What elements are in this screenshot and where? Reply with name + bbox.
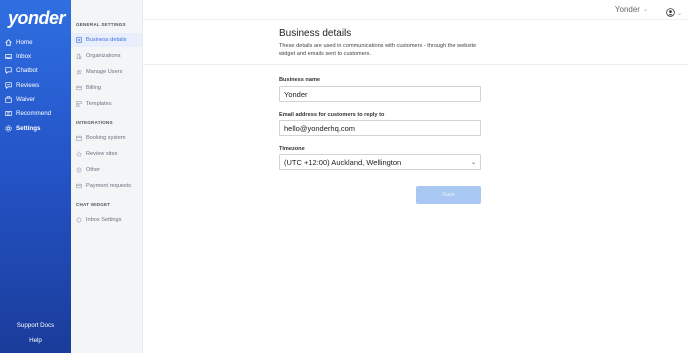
chevron-down-icon: ⌄ xyxy=(470,159,476,166)
chevron-down-icon: ⌄ xyxy=(676,10,682,17)
account-name: Yonder xyxy=(614,5,640,14)
settings-item-review-sites[interactable]: Review sites xyxy=(71,147,142,161)
nav-item-chatbot[interactable]: Chatbot xyxy=(0,63,71,77)
settings-item-label: Business details xyxy=(86,37,127,43)
nav-label: Home xyxy=(16,38,33,46)
settings-item-label: Templates xyxy=(86,101,112,107)
waiver-icon xyxy=(5,95,12,103)
timezone-value: (UTC +12:00) Auckland, Wellington xyxy=(284,157,402,167)
settings-item-organizations[interactable]: Organizations xyxy=(71,49,142,63)
settings-item-label: Other xyxy=(86,167,100,173)
nav-label: Recommend xyxy=(16,109,52,117)
email-input[interactable] xyxy=(279,120,481,136)
recommend-icon xyxy=(5,110,12,117)
settings-item-inbox-settings[interactable]: Inbox Settings xyxy=(71,213,142,227)
settings-item-booking-system[interactable]: Booking system xyxy=(71,131,142,145)
nav-item-reviews[interactable]: Reviews xyxy=(0,78,71,92)
settings-item-templates[interactable]: Templates xyxy=(71,97,142,111)
building-icon xyxy=(76,53,82,59)
support-docs-link[interactable]: Support Docs xyxy=(0,322,71,329)
save-button[interactable]: Save xyxy=(416,186,481,204)
user-avatar-icon xyxy=(666,4,675,22)
inbox-icon xyxy=(5,53,12,60)
settings-item-label: Billing xyxy=(86,85,101,91)
settings-item-other[interactable]: Other xyxy=(71,163,142,177)
plugin-icon xyxy=(76,167,82,173)
star-icon xyxy=(76,151,82,157)
chat-icon xyxy=(5,66,12,74)
section-title-integrations: INTEGRATIONS xyxy=(76,120,113,125)
timezone-label: Timezone xyxy=(279,146,305,152)
reviews-icon xyxy=(5,81,12,89)
template-icon xyxy=(76,101,82,107)
nav-item-inbox[interactable]: Inbox xyxy=(0,49,71,63)
top-bar: Yonder ⌄ ⌄ xyxy=(143,0,688,20)
settings-item-label: Booking system xyxy=(86,135,126,141)
settings-item-business-details[interactable]: Business details xyxy=(71,33,142,47)
nav-label: Settings xyxy=(16,124,41,132)
settings-item-payment-requests[interactable]: Payment requests xyxy=(71,179,142,193)
settings-item-label: Review sites xyxy=(86,151,118,157)
payment-icon xyxy=(76,183,82,189)
nav-label: Waiver xyxy=(16,95,36,103)
settings-item-label: Manage Users xyxy=(86,69,123,75)
business-name-input[interactable] xyxy=(279,86,481,102)
home-icon xyxy=(5,38,12,46)
settings-item-label: Organizations xyxy=(86,53,121,59)
nav-item-waiver[interactable]: Waiver xyxy=(0,92,71,106)
nav-item-home[interactable]: Home xyxy=(0,35,71,49)
chevron-down-icon: ⌄ xyxy=(642,7,648,13)
settings-item-label: Payment requests xyxy=(86,183,132,189)
gear-icon xyxy=(5,124,12,132)
email-label: Email address for customers to reply to xyxy=(279,112,385,118)
nav-label: Inbox xyxy=(16,52,32,60)
page-title: Business details xyxy=(279,28,352,39)
nav-item-recommend[interactable]: Recommend xyxy=(0,106,71,120)
nav-label: Reviews xyxy=(16,81,40,89)
credit-card-icon xyxy=(76,85,82,91)
business-name-label: Business name xyxy=(279,77,321,83)
nav-item-settings[interactable]: Settings xyxy=(0,121,71,135)
chat-bubble-icon xyxy=(76,217,82,223)
section-title-chat-widget: CHAT WIDGET xyxy=(76,202,111,207)
primary-nav: yonder Home Inbox Chatbot Reviews Waiver… xyxy=(0,0,71,353)
settings-item-label: Inbox Settings xyxy=(86,217,122,223)
account-switcher[interactable]: Yonder ⌄ xyxy=(615,5,648,14)
users-icon xyxy=(76,69,82,75)
page-description: These details are used in communications… xyxy=(279,43,477,57)
user-menu[interactable]: ⌄ xyxy=(666,4,682,22)
nav-label: Chatbot xyxy=(16,66,38,74)
settings-sidebar: GENERAL SETTINGS Business details Organi… xyxy=(71,0,143,353)
help-link[interactable]: Help xyxy=(0,337,71,344)
yonder-logo[interactable]: yonder xyxy=(8,8,66,29)
settings-item-billing[interactable]: Billing xyxy=(71,81,142,95)
document-icon xyxy=(76,37,82,43)
settings-item-manage-users[interactable]: Manage Users xyxy=(71,65,142,79)
section-title-general: GENERAL SETTINGS xyxy=(76,22,126,27)
calendar-icon xyxy=(76,135,82,141)
timezone-select[interactable]: (UTC +12:00) Auckland, Wellington ⌄ xyxy=(279,154,481,170)
